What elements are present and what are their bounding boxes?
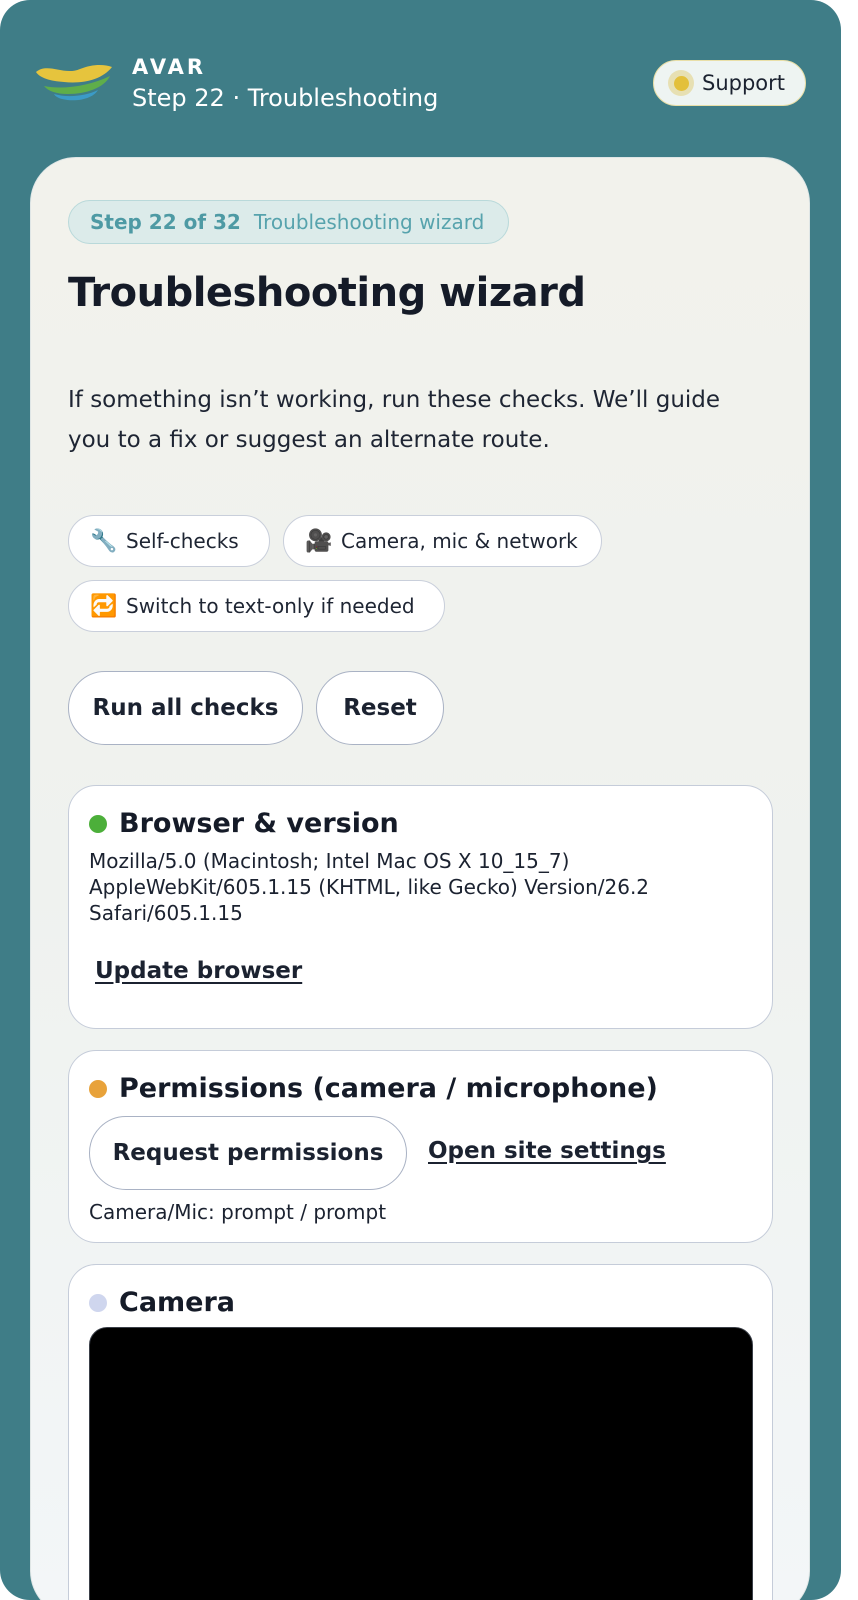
chip-text-only: 🔁 Switch to text-only if needed (68, 580, 445, 632)
header-subtitle: Step 22 · Troubleshooting (132, 84, 439, 112)
step-indicator: Step 22 of 32 Troubleshooting wizard (68, 200, 509, 244)
status-dot-icon (89, 1293, 107, 1312)
app-frame: AVAR Step 22 · Troubleshooting Support S… (0, 0, 841, 1600)
section-title: Browser & version (119, 808, 399, 839)
avar-logo-icon (36, 64, 112, 101)
page-description: If something isn’t working, run these ch… (68, 387, 721, 453)
permissions-check-section: Permissions (camera / microphone) Reques… (68, 1050, 773, 1243)
step-name: Troubleshooting wizard (253, 210, 485, 234)
browser-check-section: Browser & version Mozilla/5.0 (Macintosh… (68, 785, 773, 1029)
status-dot-icon (668, 70, 694, 96)
camera-preview (89, 1327, 753, 1600)
repeat-icon: 🔁 (90, 593, 118, 619)
chip-label: Self-checks (126, 529, 239, 553)
chip-label: Camera, mic & network (341, 529, 578, 553)
section-header: Camera (89, 1287, 235, 1318)
brand-name: AVAR (132, 55, 207, 79)
chip-self-checks: 🔧 Self-checks (68, 515, 270, 567)
section-title: Camera (119, 1287, 236, 1318)
step-count: Step 22 of 32 (90, 210, 241, 234)
section-header: Browser & version (89, 808, 399, 839)
reset-button[interactable]: Reset (316, 671, 444, 745)
support-button[interactable]: Support (653, 60, 806, 106)
permission-status-text: Camera/Mic: prompt / prompt (89, 1200, 387, 1224)
camera-check-section: Camera (68, 1264, 773, 1600)
status-dot-icon (89, 814, 107, 833)
page-title: Troubleshooting wizard (68, 270, 586, 316)
user-agent-text: Mozilla/5.0 (Macintosh; Intel Mac OS X 1… (89, 849, 650, 925)
request-permissions-button[interactable]: Request permissions (89, 1116, 407, 1190)
status-dot-icon (89, 1079, 107, 1098)
movie-camera-icon: 🎥 (305, 528, 333, 554)
update-browser-link[interactable]: Update browser (95, 958, 302, 984)
wrench-icon: 🔧 (90, 528, 118, 554)
chip-label: Switch to text-only if needed (126, 594, 415, 618)
chip-camera-mic-network: 🎥 Camera, mic & network (283, 515, 602, 567)
section-header: Permissions (camera / microphone) (89, 1073, 658, 1104)
open-site-settings-link[interactable]: Open site settings (428, 1138, 666, 1164)
run-all-checks-button[interactable]: Run all checks (68, 671, 303, 745)
header: AVAR Step 22 · Troubleshooting Support (0, 0, 841, 158)
section-title: Permissions (camera / microphone) (119, 1073, 658, 1104)
wizard-card: Step 22 of 32 Troubleshooting wizard Tro… (30, 157, 810, 1600)
support-label: Support (702, 71, 786, 95)
